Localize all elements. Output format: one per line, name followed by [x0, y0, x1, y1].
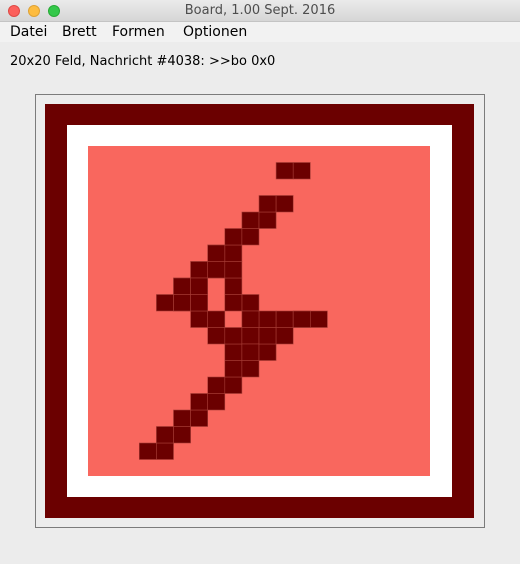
board-cell [138, 442, 157, 460]
board-cell [275, 327, 294, 345]
board-cell [173, 277, 191, 295]
board-cell [224, 327, 243, 345]
board-cell [258, 310, 277, 328]
menu-optionen[interactable]: Optionen [183, 24, 247, 40]
board-cell [224, 343, 243, 361]
board-cell [241, 327, 260, 345]
board-cell [224, 228, 243, 246]
board-cell [156, 426, 174, 444]
board-cell [173, 426, 191, 444]
board-cell [224, 360, 243, 378]
board-cell [258, 327, 277, 345]
board-cell [275, 162, 294, 180]
board-cell [241, 228, 260, 246]
status-text: 20x20 Feld, Nachricht #4038: >>bo 0x0 [10, 54, 276, 69]
board-cell [275, 195, 294, 213]
board-cell [224, 376, 243, 394]
window-title: Board, 1.00 Sept. 2016 [184, 3, 336, 18]
board-cell [190, 310, 208, 328]
menu-formen[interactable]: Formen [112, 24, 165, 40]
board-cell [241, 360, 260, 378]
board-cell [156, 442, 174, 460]
board-cell [190, 393, 208, 411]
app-window: Board, 1.00 Sept. 2016 Datei Brett Forme… [0, 0, 520, 564]
board-cell [224, 294, 243, 312]
board-cell [190, 294, 208, 312]
board-cell [241, 343, 260, 361]
board-cell [292, 162, 311, 180]
board-cell [241, 211, 260, 229]
board-cell [258, 211, 277, 229]
board-cell [190, 277, 208, 295]
board-cell [241, 294, 260, 312]
menu-datei[interactable]: Datei [10, 24, 47, 40]
board-cell [207, 393, 226, 411]
menu-bar: Datei Brett Formen Optionen [0, 22, 520, 42]
board-cell [224, 244, 243, 262]
board-cell [292, 310, 311, 328]
board-cell [207, 310, 226, 328]
board-cell [173, 409, 191, 427]
board-cell [190, 261, 208, 279]
board-cell [173, 294, 191, 312]
board-cell [190, 409, 208, 427]
board-cell [224, 261, 243, 279]
board-cell [207, 261, 226, 279]
menu-brett[interactable]: Brett [62, 24, 97, 40]
board-cell [224, 277, 243, 295]
board-cell [207, 327, 226, 345]
board-cell [207, 244, 226, 262]
board-cell [258, 195, 277, 213]
board-cell [241, 310, 260, 328]
board-cell [275, 310, 294, 328]
board-cell [207, 376, 226, 394]
board-field[interactable] [88, 146, 430, 476]
title-bar[interactable]: Board, 1.00 Sept. 2016 [0, 0, 520, 22]
board-cell [156, 294, 174, 312]
board-cell [310, 310, 328, 328]
board-cell [258, 343, 277, 361]
